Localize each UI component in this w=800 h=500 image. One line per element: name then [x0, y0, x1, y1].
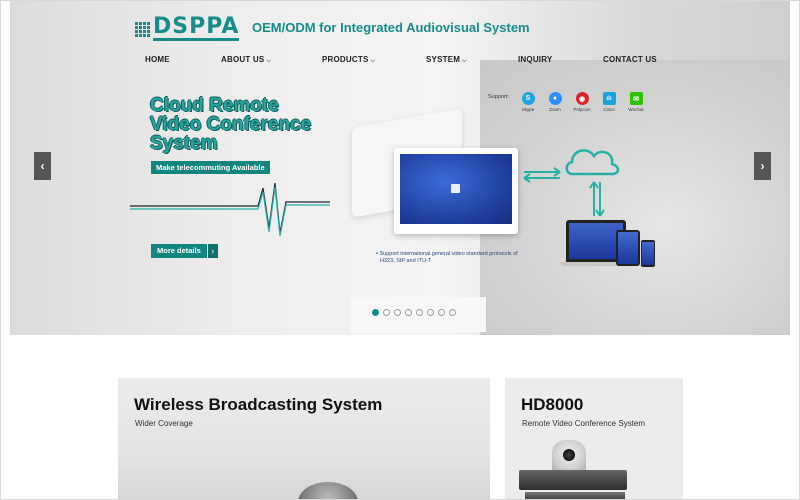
app-logo-icon	[451, 184, 460, 193]
card-title: HD8000	[521, 395, 584, 414]
hero-headline: Cloud Remote Video Conference System	[150, 95, 312, 154]
support-label: Support:	[488, 94, 509, 100]
chevron-down-icon: ⌵	[370, 58, 376, 64]
carousel-prev-button[interactable]: ‹	[34, 152, 51, 180]
speaker-image	[298, 482, 358, 500]
nav-item-inquiry[interactable]: INQUIRY	[518, 55, 552, 64]
carousel-dot-2[interactable]	[383, 309, 390, 316]
app-wechat: ✉ Wechat	[623, 92, 649, 112]
codec-device-image	[519, 470, 627, 490]
pulse-line-graphic	[130, 182, 330, 237]
card-subtitle: Remote Video Conference System	[522, 419, 646, 428]
logo-text: DSPPA	[153, 14, 240, 41]
carousel-dot-5[interactable]	[416, 309, 423, 316]
nav-item-system[interactable]: SYSTEM ⌵	[426, 55, 467, 65]
skype-icon: S	[521, 92, 535, 105]
chevron-down-icon: ⌵	[462, 58, 467, 64]
carousel-dot-1[interactable]	[372, 309, 379, 316]
app-skype: S Skype	[515, 92, 541, 112]
carousel-dot-3[interactable]	[394, 309, 401, 316]
carousel-dot-4[interactable]	[405, 309, 412, 316]
nav-item-about-us[interactable]: ABOUT US ⌵	[221, 55, 271, 65]
app-polycom: ◉ Polycom	[569, 92, 595, 112]
carousel-dots	[372, 309, 460, 316]
wireless-broadcasting-card[interactable]: Wireless Broadcasting System Wider Cover…	[118, 378, 490, 500]
phone-image	[641, 240, 655, 267]
nav-item-home[interactable]: HOME	[145, 55, 170, 64]
chevron-right-icon: ›	[206, 244, 218, 258]
carousel-dot-6[interactable]	[427, 309, 434, 316]
hero-description: • Support international general video st…	[376, 251, 518, 264]
carousel-next-button[interactable]: ›	[754, 152, 771, 180]
logo-mark-icon	[135, 21, 150, 37]
main-nav: HOME ABOUT US ⌵ PRODUCTS ⌵ SYSTEM ⌵ INQUIRY…	[0, 55, 800, 69]
app-zoom: ● Zoom	[542, 92, 568, 112]
chevron-left-icon: ‹	[40, 159, 45, 173]
cisco-icon: ılı	[602, 92, 616, 105]
card-title: Wireless Broadcasting System	[134, 395, 383, 414]
device-stack-image	[525, 492, 625, 500]
hd8000-card[interactable]: HD8000 Remote Video Conference System	[505, 378, 683, 500]
nav-item-contact-us[interactable]: CONTACT US	[603, 55, 657, 64]
card-subtitle: Wider Coverage	[135, 419, 193, 428]
conference-tablet-image	[394, 148, 518, 234]
chevron-down-icon: ⌵	[266, 58, 272, 64]
ptz-camera-image	[552, 440, 586, 472]
dsppa-logo[interactable]: DSPPA	[135, 14, 240, 41]
zoom-icon: ●	[548, 92, 562, 105]
chevron-right-icon: ›	[760, 159, 765, 173]
supported-apps: S Skype ● Zoom ◉ Polycom ılı Cisco ✉ Wec…	[515, 92, 650, 112]
nav-item-products[interactable]: PRODUCTS ⌵	[322, 55, 375, 65]
ipad-image	[616, 230, 640, 266]
carousel-dot-8[interactable]	[449, 309, 456, 316]
cloud-sync-graphic	[523, 149, 620, 217]
carousel-dot-7[interactable]	[438, 309, 445, 316]
site-tagline: OEM/ODM for Integrated Audiovisual Syste…	[252, 20, 530, 35]
more-details-button[interactable]: More details ›	[151, 244, 218, 258]
wechat-icon: ✉	[629, 92, 643, 105]
cloud-icon	[565, 149, 620, 176]
hero-badge: Make telecommuting Available	[151, 161, 270, 174]
app-cisco: ılı Cisco	[596, 92, 622, 112]
polycom-icon: ◉	[575, 92, 589, 105]
